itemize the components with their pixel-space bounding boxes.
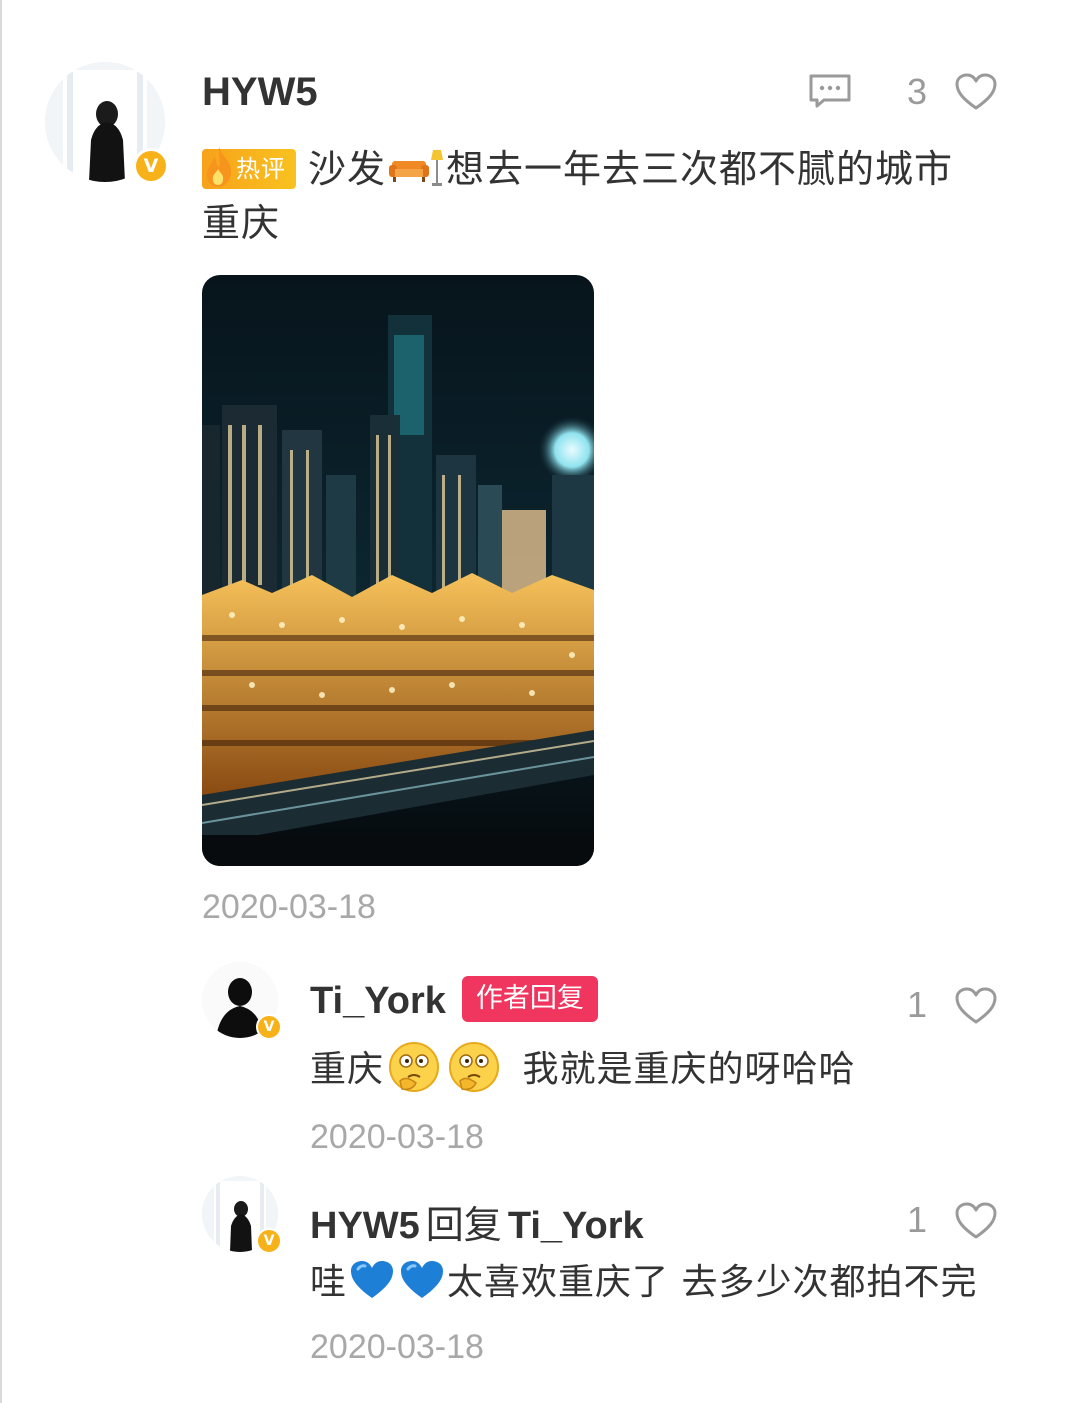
lamp-emoji (431, 149, 444, 186)
comment-text: 热评 沙发 想去一年去三次都不腻的城市 重庆 (202, 142, 1022, 250)
reply-text-part2: 太喜欢重庆了 去多少次都拍不完 (447, 1262, 978, 1303)
thinking-face-emoji (389, 1042, 440, 1092)
reply-text-part2: 我就是重庆的呀哈哈 (522, 1049, 856, 1090)
like-count: 1 (907, 1199, 928, 1240)
comment-text-part2: 想去一年去三次都不腻的城市 (446, 147, 954, 191)
reply-text-part1: 哇 (310, 1262, 348, 1303)
heart-icon[interactable] (955, 73, 997, 111)
reply-avatar[interactable]: V (202, 962, 282, 1040)
avatar[interactable]: V (45, 62, 169, 184)
verified-badge-icon: V (256, 1014, 282, 1040)
author-reply-tag: 作者回复 (461, 975, 598, 1022)
thinking-face-emoji (449, 1042, 500, 1092)
reply-author-name[interactable]: Ti_York 作者回复 (310, 975, 598, 1023)
reply-date: 2020-03-18 (310, 1118, 484, 1156)
reply-text: 重庆 我就是重庆的呀哈哈 (310, 1042, 856, 1097)
reply-author-name: HYW5 回复 Ti_York (310, 1194, 644, 1249)
verified-badge-icon: V (256, 1228, 282, 1254)
reply-author[interactable]: HYW5 (310, 1205, 420, 1247)
reply-author[interactable]: Ti_York (310, 980, 446, 1022)
blue-heart-emoji (351, 1261, 394, 1298)
blue-heart-emoji (401, 1261, 444, 1298)
comment-text-line2: 重庆 (202, 201, 281, 245)
reply-date: 2020-03-18 (310, 1328, 484, 1366)
reply-text-part1: 重庆 (310, 1049, 385, 1090)
hot-comment-label: 热评 (236, 154, 286, 183)
verified-badge-icon: V (133, 148, 169, 184)
hot-comment-badge: 热评 (202, 146, 296, 189)
comment-date: 2020-03-18 (202, 888, 376, 926)
comment-photo[interactable] (202, 275, 594, 866)
reply-to-user[interactable]: Ti_York (508, 1205, 644, 1247)
comment-text-part1: 沙发 (308, 147, 387, 191)
reply-keyword: 回复 (425, 1203, 502, 1247)
heart-icon[interactable] (955, 987, 997, 1025)
reply-text: 哇 太喜欢重庆了 去多少次都拍不完 (310, 1256, 977, 1310)
comment-icon[interactable] (808, 73, 852, 109)
comment-author-name[interactable]: HYW5 (202, 70, 318, 115)
left-edge-divider (0, 0, 2, 1403)
reply-avatar[interactable]: V (202, 1176, 282, 1254)
like-count: 3 (907, 71, 928, 112)
like-count: 1 (907, 984, 928, 1025)
flame-icon (206, 146, 232, 187)
heart-icon[interactable] (955, 1202, 997, 1240)
sofa-emoji (389, 160, 430, 182)
